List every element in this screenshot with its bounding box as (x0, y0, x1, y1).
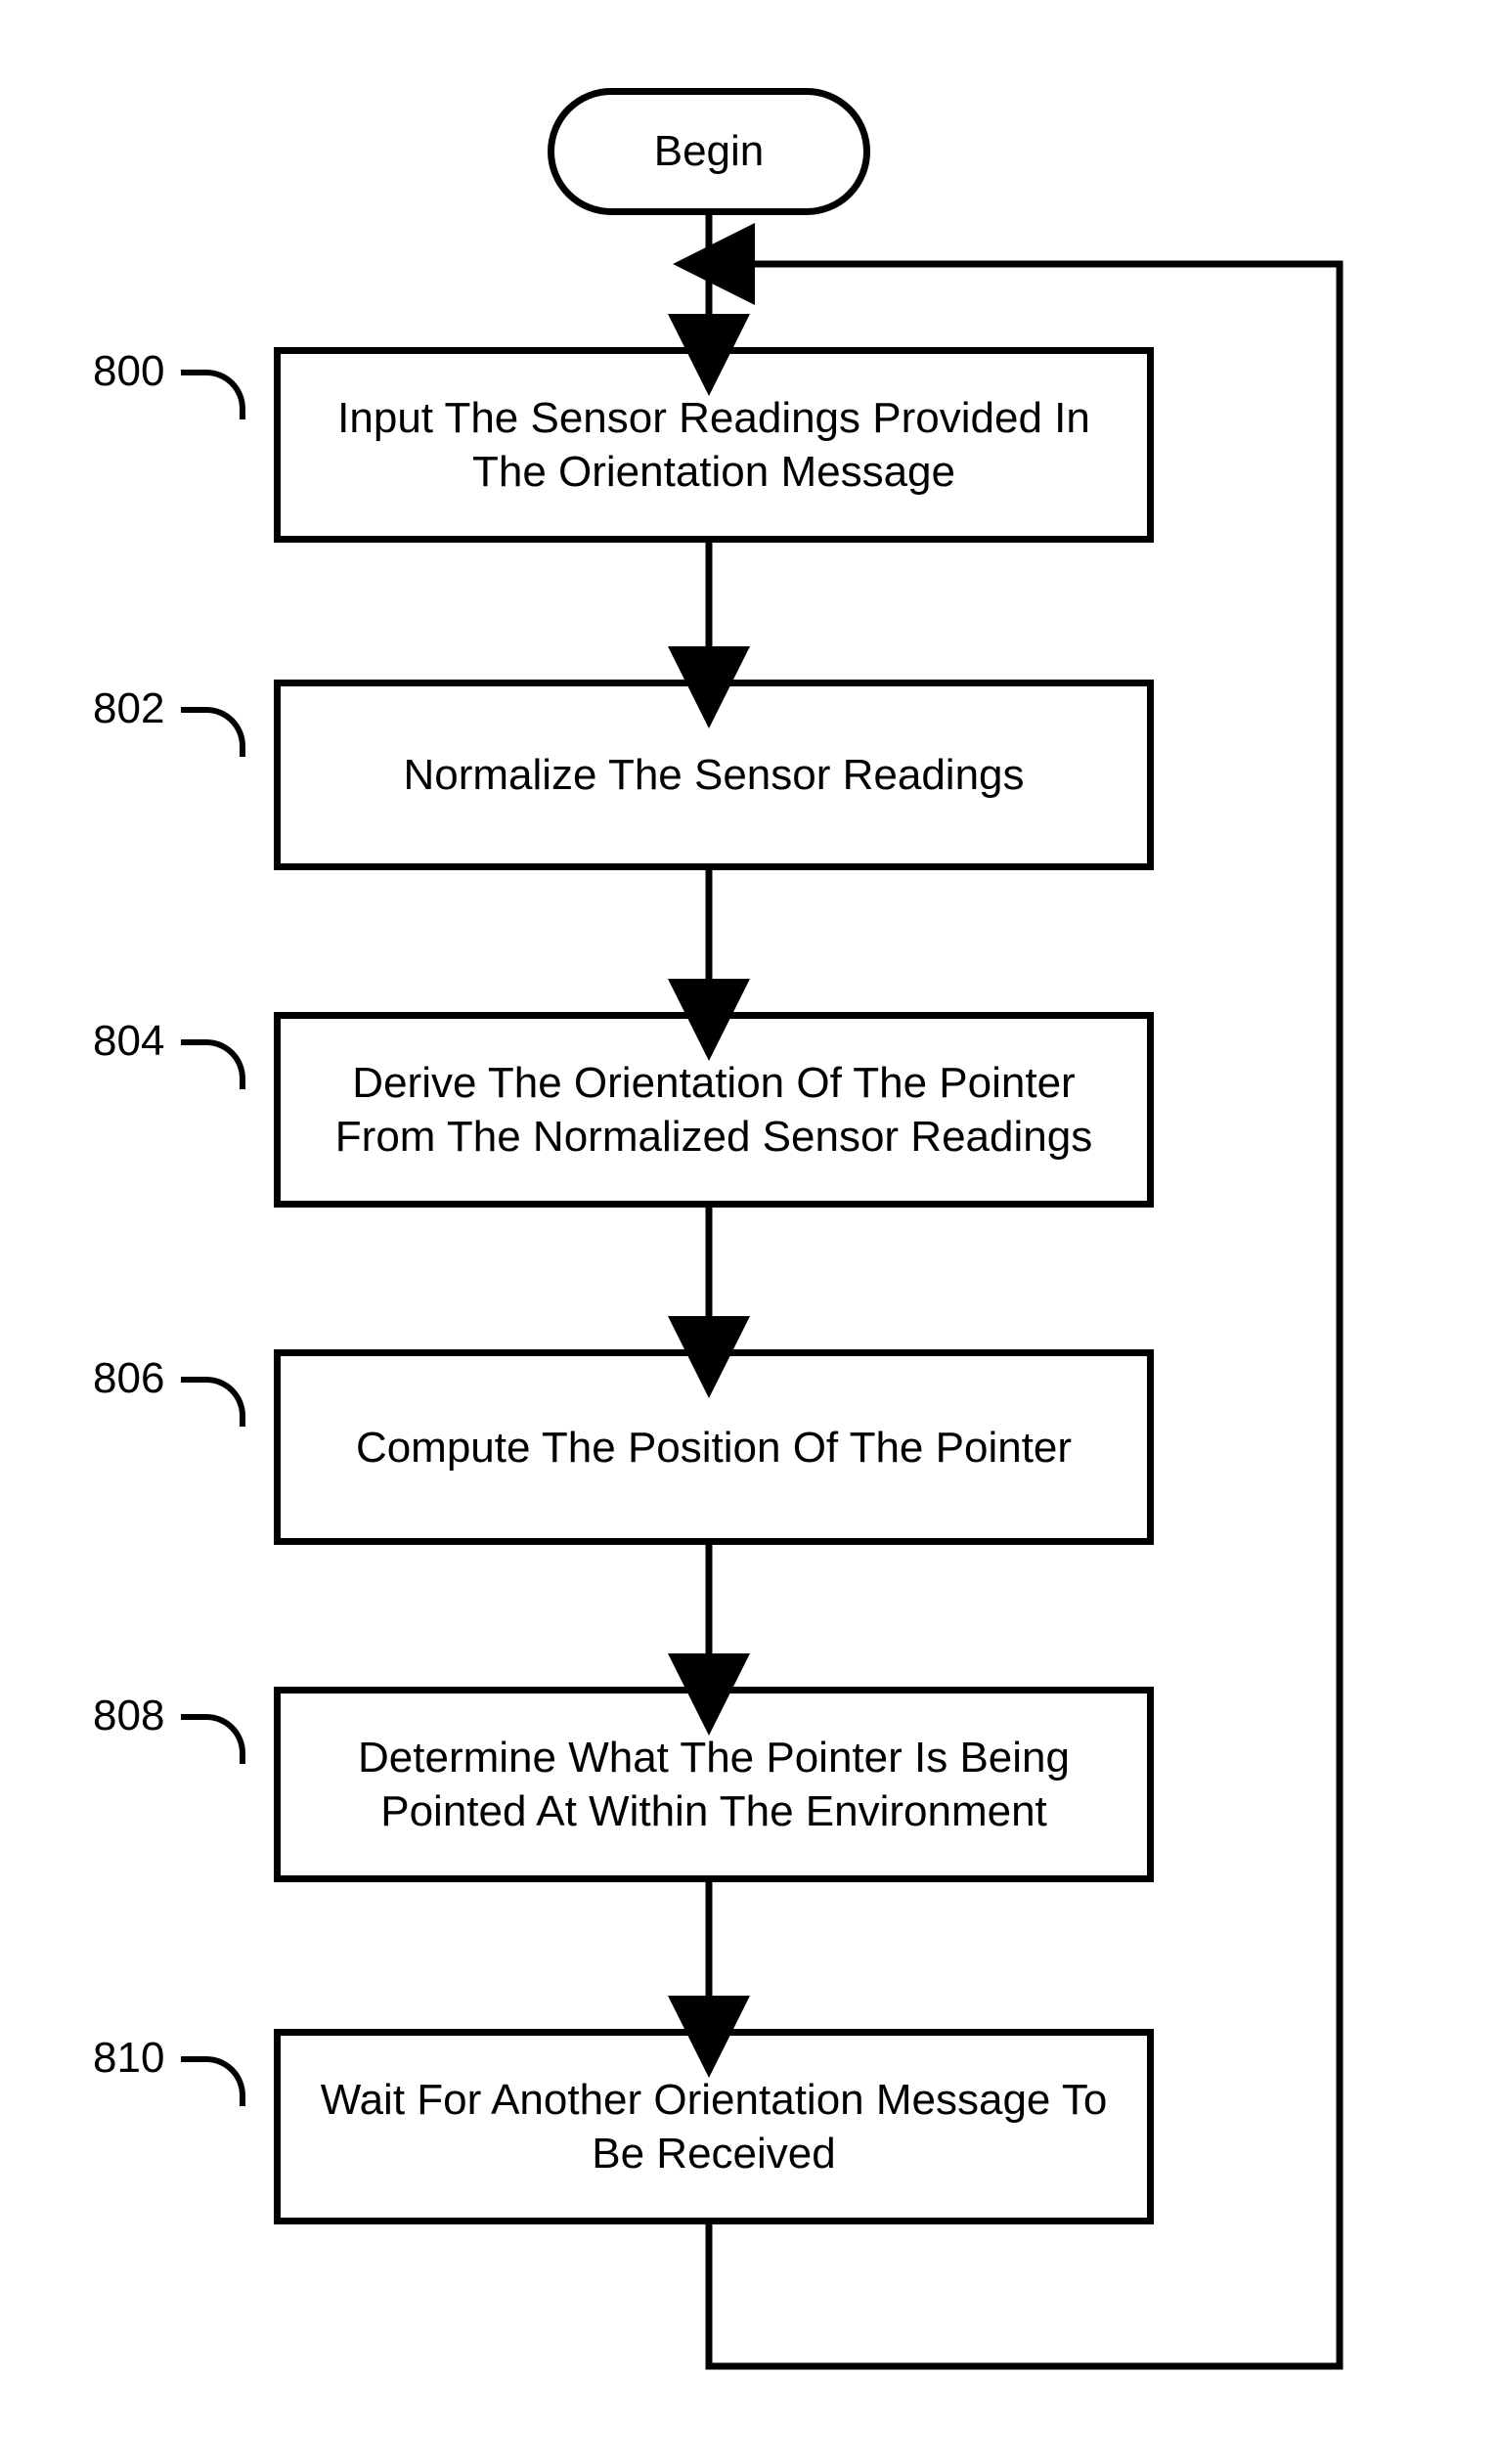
label-806: 806 (93, 1354, 164, 1403)
label-810: 810 (93, 2034, 164, 2083)
label-tail-icon (181, 1039, 245, 1089)
process-806-text: Compute The Position Of The Pointer (356, 1421, 1072, 1474)
label-808: 808 (93, 1692, 164, 1740)
process-800-text: Input The Sensor Readings Provided In Th… (320, 391, 1108, 499)
process-810-text: Wait For Another Orientation Message To … (320, 2073, 1108, 2180)
label-802: 802 (93, 684, 164, 733)
label-tail-icon (181, 707, 245, 757)
flowchart-canvas: Begin Input The Sensor Readings Provided… (0, 0, 1498, 2464)
terminator-begin-text: Begin (654, 127, 765, 176)
process-808-text: Determine What The Pointer Is Being Poin… (320, 1731, 1108, 1838)
process-804-text: Derive The Orientation Of The Pointer Fr… (320, 1056, 1108, 1164)
process-800: Input The Sensor Readings Provided In Th… (274, 347, 1154, 543)
process-802-text: Normalize The Sensor Readings (403, 748, 1024, 802)
label-804: 804 (93, 1017, 164, 1066)
process-810: Wait For Another Orientation Message To … (274, 2029, 1154, 2224)
label-tail-icon (181, 1377, 245, 1427)
terminator-begin: Begin (548, 88, 870, 215)
label-tail-icon (181, 1714, 245, 1764)
process-802: Normalize The Sensor Readings (274, 680, 1154, 870)
label-800: 800 (93, 347, 164, 396)
process-808: Determine What The Pointer Is Being Poin… (274, 1687, 1154, 1882)
label-tail-icon (181, 2056, 245, 2106)
label-tail-icon (181, 370, 245, 419)
process-804: Derive The Orientation Of The Pointer Fr… (274, 1012, 1154, 1208)
process-806: Compute The Position Of The Pointer (274, 1349, 1154, 1545)
